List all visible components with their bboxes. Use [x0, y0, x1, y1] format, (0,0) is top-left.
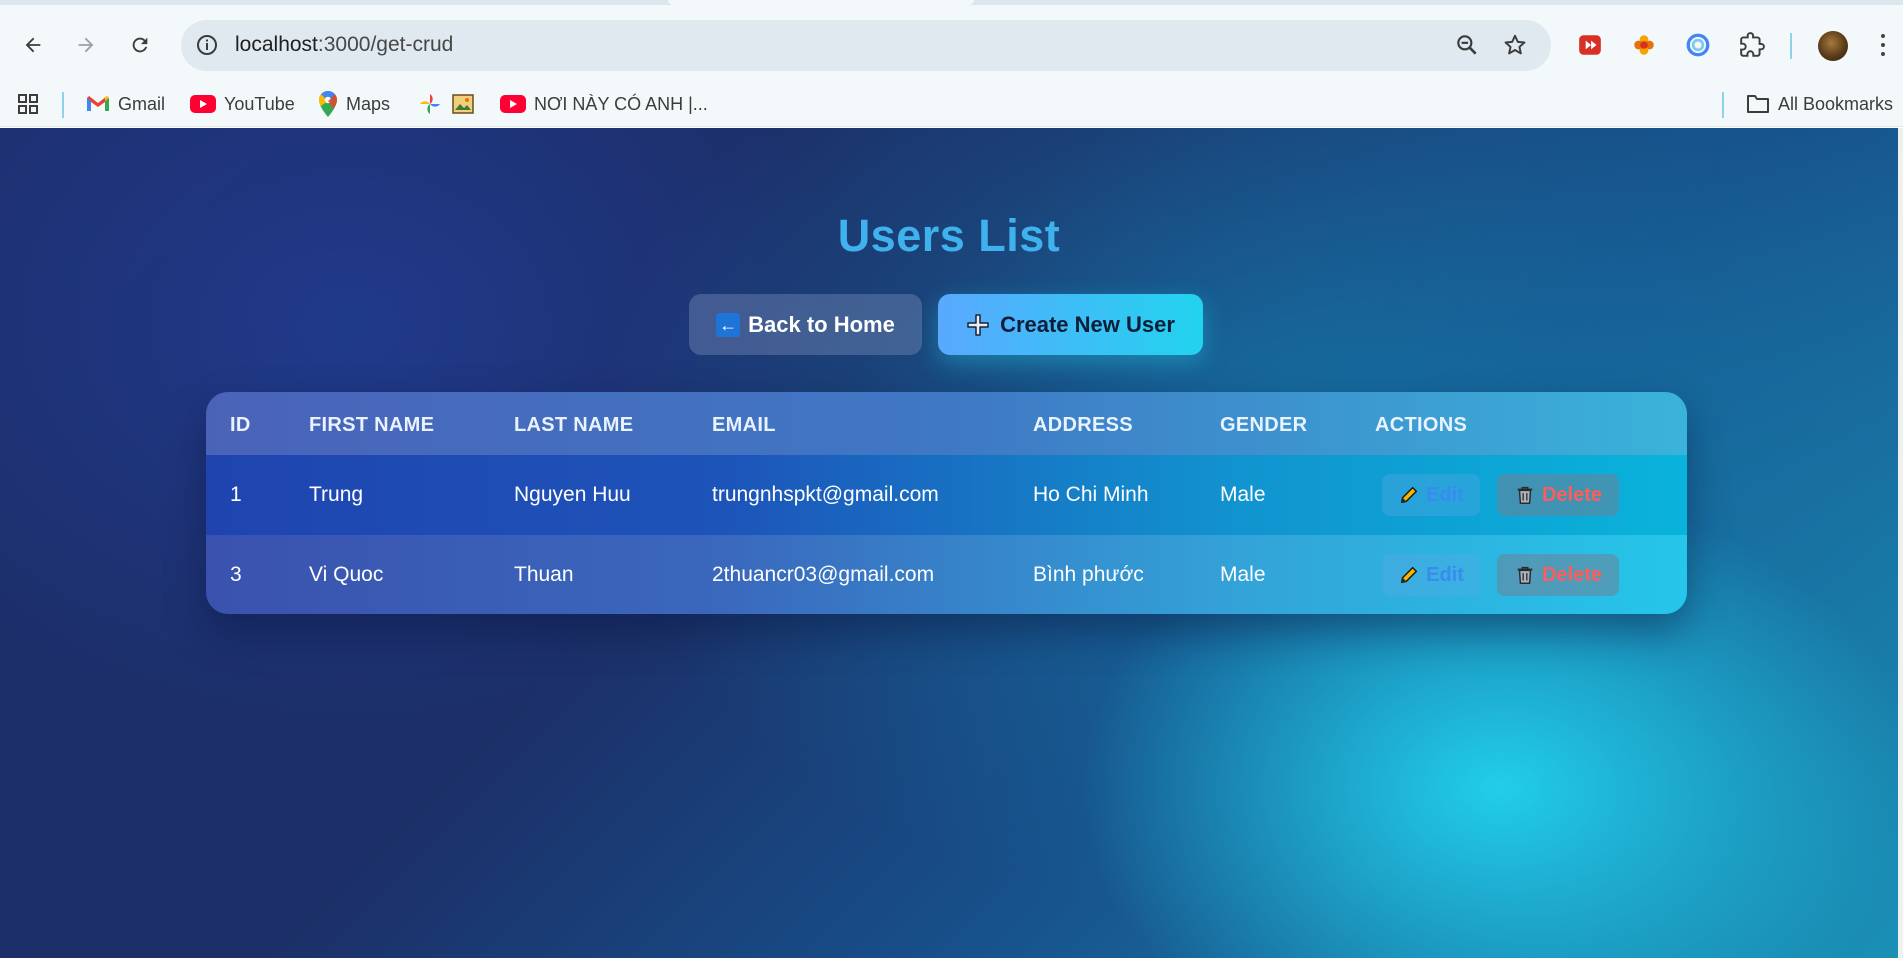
- cell-first-name: Vi Quoc: [309, 563, 384, 586]
- header-id[interactable]: ID: [230, 414, 251, 437]
- bookmark-song[interactable]: NƠI NÀY CÓ ANH |...: [500, 90, 708, 118]
- bookmarks-bar: Gmail YouTube Maps NƠI NÀY CÓ ANH |... A…: [0, 80, 1903, 127]
- cell-address: Ho Chi Minh: [1033, 483, 1149, 506]
- page-title: Users List: [837, 210, 1061, 261]
- bookmark-label: YouTube: [224, 93, 295, 114]
- browser-toolbar: localhost:3000/get-crud: [0, 5, 1903, 80]
- bookmark-divider: [62, 92, 64, 118]
- trash-icon: [1517, 486, 1533, 504]
- address-bar[interactable]: localhost:3000/get-crud: [181, 20, 1551, 71]
- edit-button[interactable]: Edit: [1382, 474, 1480, 516]
- extension-red-icon[interactable]: [1576, 31, 1604, 59]
- cell-gender: Male: [1220, 483, 1266, 506]
- header-first-name[interactable]: FIRST NAME: [309, 414, 434, 437]
- url-path: :3000/get-crud: [317, 33, 454, 56]
- star-icon[interactable]: [1502, 32, 1528, 58]
- header-actions: ACTIONS: [1375, 414, 1468, 436]
- info-icon[interactable]: [195, 33, 219, 57]
- cell-last-name: Thuan: [514, 563, 574, 586]
- folder-icon: [1747, 95, 1769, 113]
- table-row: 1 Trung Nguyen Huu trungnhspkt@gmail.com…: [206, 455, 1687, 535]
- edit-button[interactable]: Edit: [1382, 554, 1480, 596]
- puzzle-icon[interactable]: [1738, 31, 1766, 59]
- extension-flower-icon[interactable]: [1630, 31, 1658, 59]
- all-bookmarks[interactable]: All Bookmarks: [1746, 90, 1893, 118]
- pencil-icon: [1401, 566, 1418, 584]
- left-arrow-icon: ←: [716, 312, 741, 337]
- cell-email: trungnhspkt@gmail.com: [712, 483, 939, 506]
- delete-button[interactable]: Delete: [1497, 474, 1619, 516]
- users-table: ID FIRST NAME LAST NAME EMAIL ADDRESS GE…: [206, 392, 1687, 614]
- youtube-icon: [190, 95, 216, 113]
- zoom-icon[interactable]: [1454, 32, 1480, 58]
- bookmark-image[interactable]: [452, 90, 474, 118]
- table-row: 3 Vi Quoc Thuan 2thuancr03@gmail.com Bìn…: [206, 535, 1687, 614]
- header-address[interactable]: ADDRESS: [1033, 414, 1133, 437]
- toolbar-divider: [1790, 33, 1792, 59]
- create-new-user-label: Create New User: [1000, 311, 1175, 337]
- cell-id: 3: [230, 563, 242, 586]
- photos-icon: [420, 94, 440, 114]
- kebab-icon[interactable]: [1876, 31, 1890, 59]
- apps-icon[interactable]: [16, 90, 40, 118]
- bookmark-maps[interactable]: Maps: [318, 90, 390, 118]
- header-email[interactable]: EMAIL: [712, 414, 776, 437]
- page-content: Users List ← Back to Home Create New Use…: [0, 128, 1898, 958]
- url-host: localhost: [235, 33, 318, 56]
- cell-gender: Male: [1220, 563, 1266, 586]
- url-text[interactable]: localhost:3000/get-crud: [235, 33, 453, 57]
- delete-button[interactable]: Delete: [1497, 554, 1619, 596]
- avatar[interactable]: [1818, 31, 1848, 61]
- header-last-name[interactable]: LAST NAME: [514, 414, 633, 437]
- youtube-icon: [500, 95, 526, 113]
- edit-label: Edit: [1426, 483, 1464, 506]
- edit-label: Edit: [1426, 563, 1464, 586]
- all-bookmarks-label: All Bookmarks: [1778, 93, 1894, 114]
- back-arrow-icon[interactable]: [15, 27, 51, 63]
- cell-id: 1: [230, 483, 242, 506]
- gmail-icon: [87, 96, 109, 111]
- bookmark-label: Maps: [346, 93, 391, 114]
- bookmark-label: Gmail: [118, 93, 166, 114]
- scrollbar[interactable]: [1898, 128, 1903, 958]
- bookmark-gmail[interactable]: Gmail: [86, 90, 165, 118]
- maps-icon: [318, 91, 338, 117]
- reload-icon[interactable]: [122, 27, 158, 63]
- cell-email: 2thuancr03@gmail.com: [712, 563, 935, 586]
- header-gender[interactable]: GENDER: [1220, 414, 1307, 437]
- plus-icon: [967, 313, 989, 336]
- cell-address: Bình phước: [1033, 563, 1144, 586]
- bookmark-photos[interactable]: [418, 90, 442, 118]
- image-icon: [452, 94, 474, 114]
- bookmark-divider: [1722, 92, 1724, 118]
- table-header: ID FIRST NAME LAST NAME EMAIL ADDRESS GE…: [206, 392, 1687, 455]
- back-to-home-button[interactable]: ← Back to Home: [689, 294, 922, 355]
- cell-last-name: Nguyen Huu: [514, 483, 631, 506]
- bookmark-youtube[interactable]: YouTube: [190, 90, 295, 118]
- trash-icon: [1517, 566, 1533, 584]
- pencil-icon: [1401, 486, 1418, 504]
- bookmark-label: NƠI NÀY CÓ ANH |...: [534, 93, 708, 114]
- create-new-user-button[interactable]: Create New User: [938, 294, 1203, 355]
- delete-label: Delete: [1541, 563, 1603, 586]
- delete-label: Delete: [1541, 483, 1603, 506]
- extension-circle-icon[interactable]: [1684, 31, 1712, 59]
- back-to-home-label: Back to Home: [748, 311, 895, 337]
- cell-first-name: Trung: [309, 483, 364, 506]
- forward-arrow-icon[interactable]: [68, 27, 104, 63]
